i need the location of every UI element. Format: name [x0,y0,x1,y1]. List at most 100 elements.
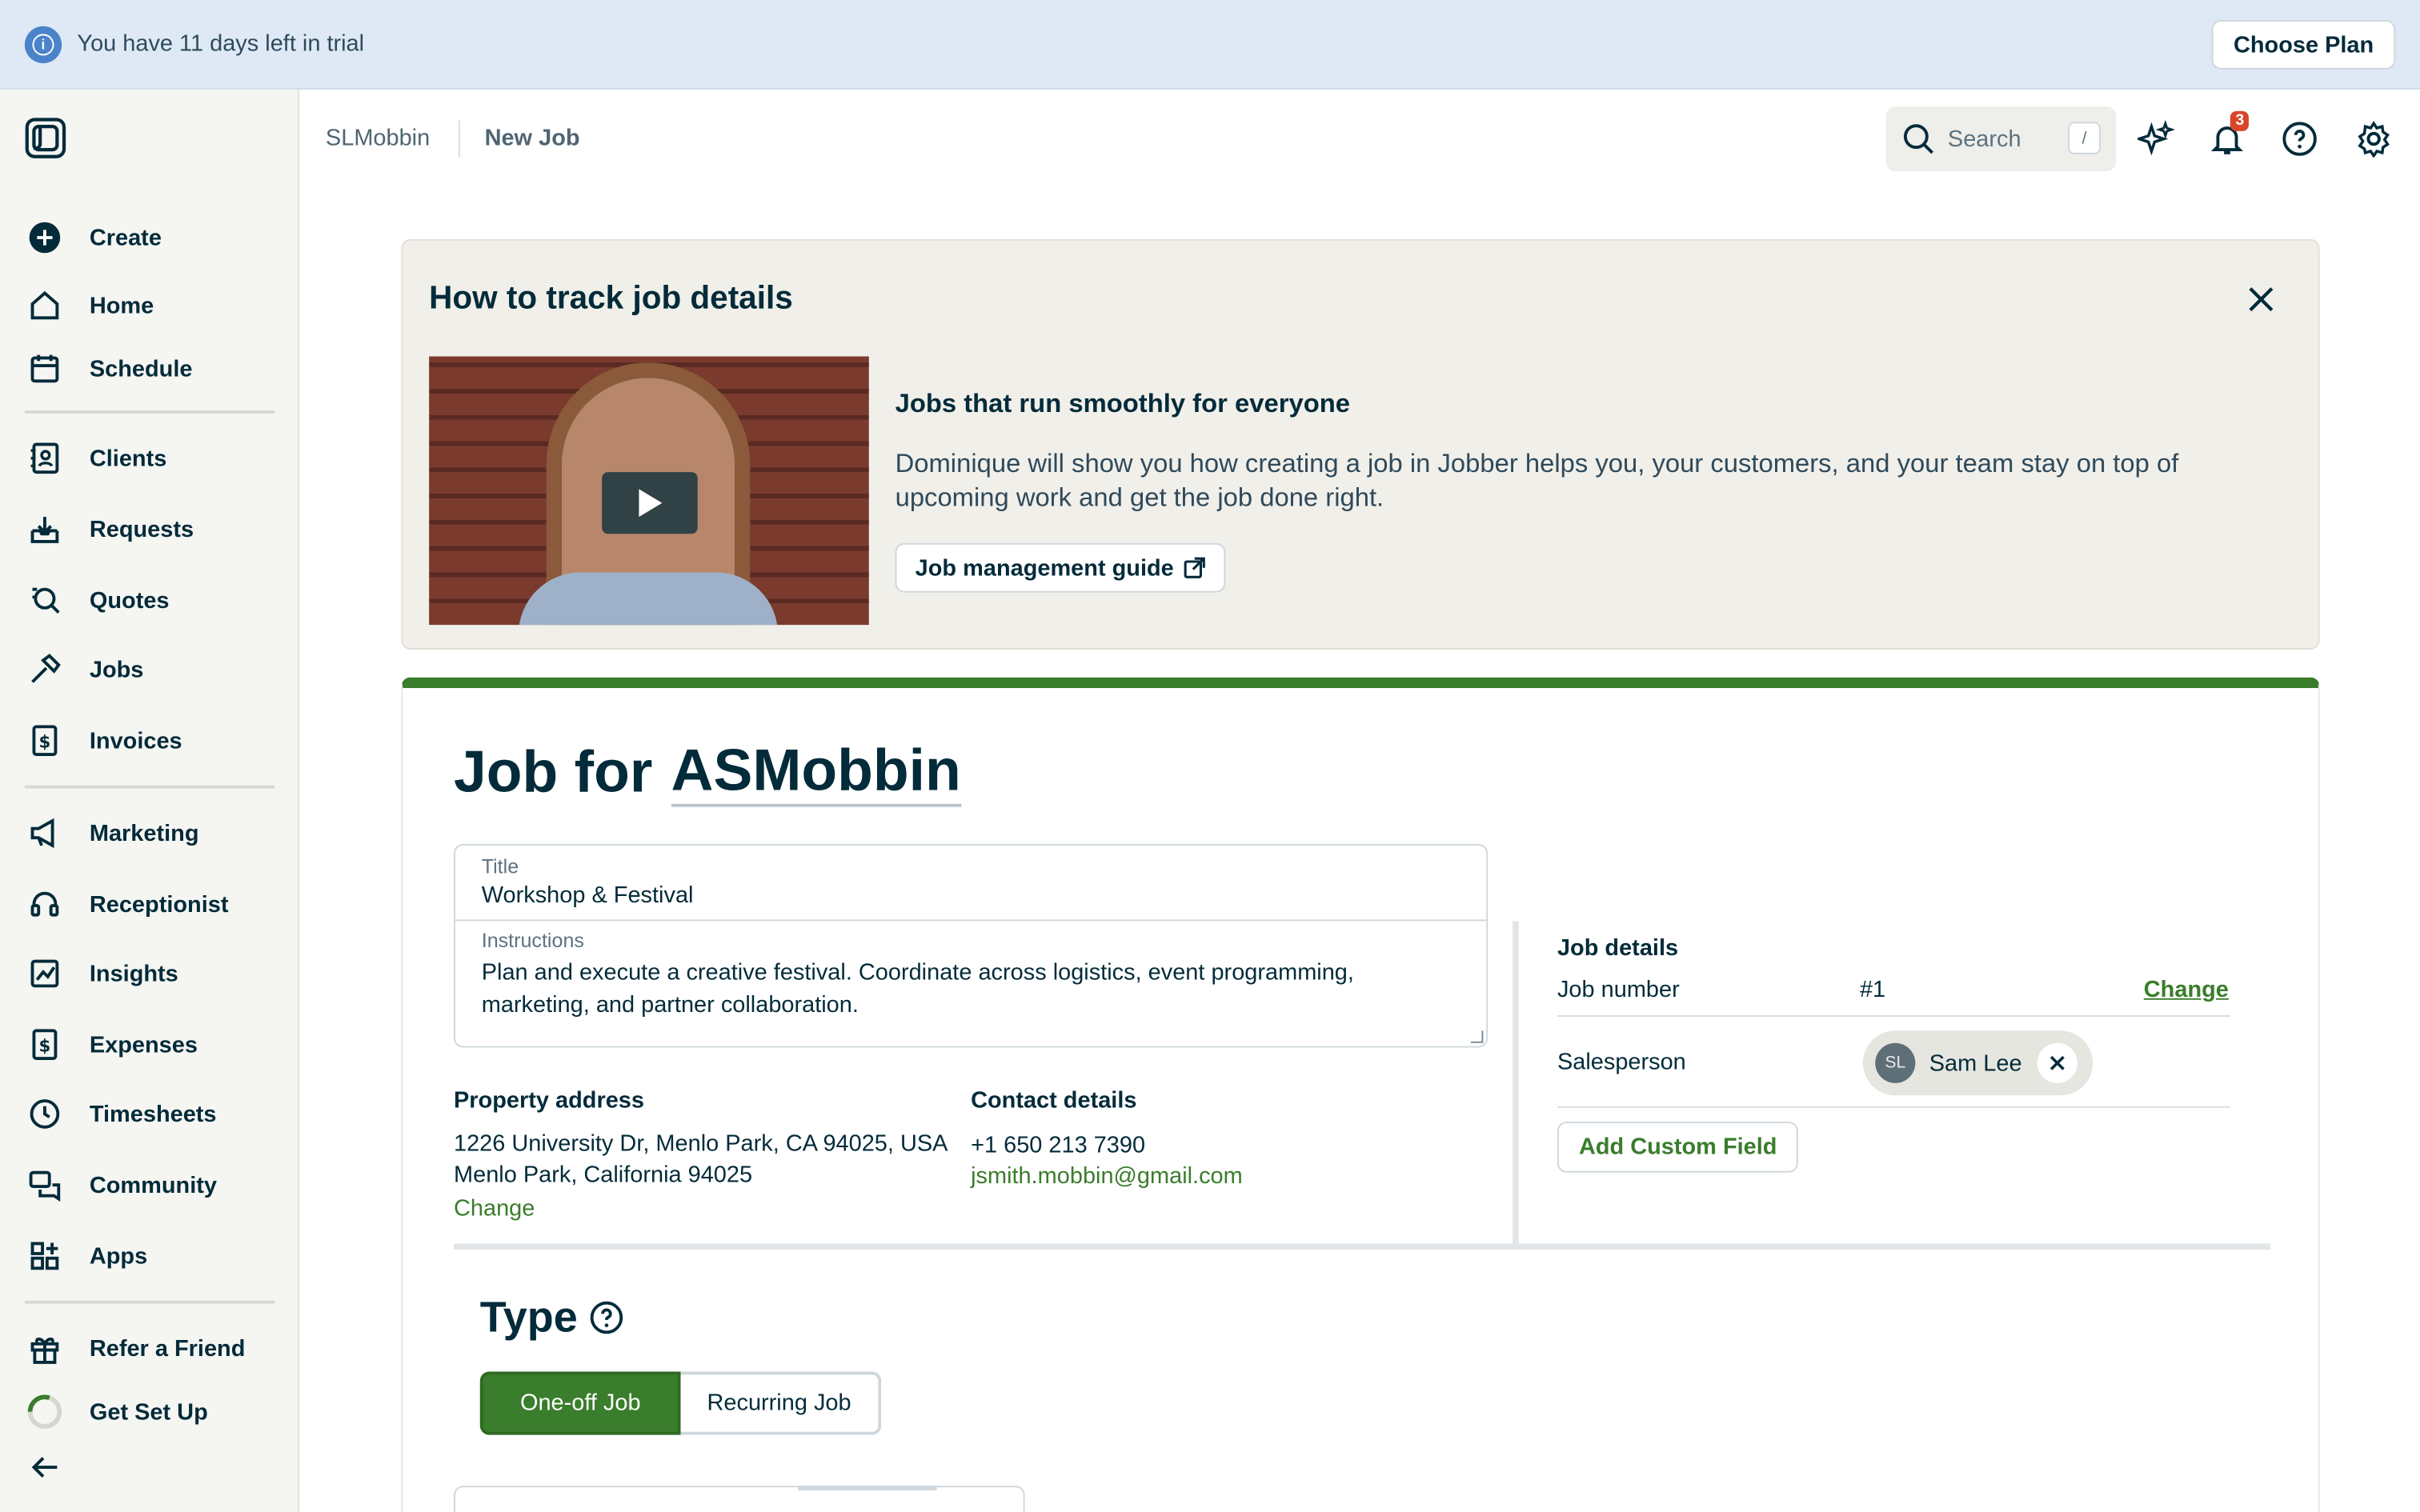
invoice-dollar-icon: $ [25,721,65,761]
section-divider [454,1243,2270,1250]
one-off-job-option[interactable]: One-off Job [479,1371,681,1435]
chat-bubbles-icon [25,1165,65,1205]
change-property-link[interactable]: Change [454,1196,535,1222]
trial-banner: i You have 11 days left in trial Choose … [0,0,2420,90]
sidebar-item-clients[interactable]: Clients [25,435,274,482]
row-divider [1557,1106,2230,1108]
jobber-logo-icon[interactable] [25,118,66,159]
remove-salesperson-icon[interactable] [2037,1042,2077,1083]
arrow-left-icon [25,1447,65,1487]
job-form-card: Job for ASMobbin Title Workshop & Festiv… [401,677,2320,1512]
search-placeholder: Search [1947,126,2021,152]
gift-icon [25,1329,65,1369]
change-job-number-link[interactable]: Change [2144,977,2229,1003]
sidebar-item-label: Clients [89,445,167,472]
job-heading-prefix: Job for [454,740,653,806]
job-heading: Job for ASMobbin [454,741,961,807]
sidebar-item-requests[interactable]: Requests [25,506,274,553]
inbox-download-icon [25,509,65,549]
notifications-badge: 3 [2230,110,2249,131]
breadcrumb-divider [458,120,460,158]
sidebar-item-create[interactable]: Create [25,214,274,261]
salesperson-chip[interactable]: SL Sam Lee [1862,1030,2093,1096]
search-shortcut-key: / [2068,122,2101,154]
sidebar-item-label: Home [89,292,154,319]
ai-sparkle-icon[interactable] [2134,118,2178,161]
collapse-sidebar-button[interactable] [25,1444,274,1490]
title-field[interactable]: Title Workshop & Festival [455,846,1487,922]
salesperson-label: Salesperson [1557,1049,1686,1076]
sidebar-item-apps[interactable]: Apps [25,1233,274,1279]
megaphone-icon [25,813,65,853]
search-input[interactable]: Search / [1885,106,2117,172]
type-section-title: Type [480,1293,624,1342]
job-number-value: #1 [1859,976,1886,1003]
help-icon[interactable] [2278,118,2322,161]
sidebar-item-timesheets[interactable]: Timesheets [25,1091,274,1138]
sidebar-item-label: Schedule [89,355,193,382]
section-divider [1512,921,1519,1249]
quote-search-icon [25,580,65,620]
top-bar: SLMobbin New Job Search / 3 [301,90,2420,188]
play-icon[interactable] [602,472,698,534]
job-management-guide-button[interactable]: Job management guide [895,542,1225,593]
property-address-line1: 1226 University Dr, Menlo Park, CA 94025… [454,1130,948,1158]
add-custom-field-button[interactable]: Add Custom Field [1557,1122,1799,1173]
chart-line-icon [25,954,65,994]
sidebar-item-label: Insights [89,960,178,987]
sidebar-item-get-set-up[interactable]: Get Set Up [25,1389,274,1435]
home-icon [25,286,65,326]
sidebar-item-label: Expenses [89,1031,198,1058]
hammer-icon [25,650,65,690]
sidebar-item-invoices[interactable]: $ Invoices [25,718,274,764]
help-circle-icon[interactable] [590,1301,623,1334]
sidebar-item-label: Receptionist [89,890,229,918]
instructions-label: Instructions [481,929,584,952]
sidebar-item-label: Apps [89,1242,148,1270]
sidebar-item-jobs[interactable]: Jobs [25,646,274,693]
guide-button-label: Job management guide [915,554,1174,582]
row-divider [1557,1015,2230,1017]
recurring-job-option[interactable]: Recurring Job [680,1371,881,1435]
sidebar-item-quotes[interactable]: Quotes [25,577,274,623]
apps-grid-icon [25,1236,65,1276]
contact-card-icon [25,438,65,478]
avatar: SL [1875,1042,1916,1083]
sidebar-item-insights[interactable]: Insights [25,950,274,997]
breadcrumb-page: New Job [484,125,580,152]
property-address-line2: Menlo Park, California 94025 [454,1162,753,1189]
sidebar-item-receptionist[interactable]: Receptionist [25,881,274,927]
sidebar-item-home[interactable]: Home [25,282,274,329]
schedule-section-box [454,1486,1025,1512]
help-card: How to track job details Jobs that run s… [401,238,2320,650]
plus-circle-icon [25,218,65,258]
instructions-field[interactable]: Instructions Plan and execute a creative… [455,921,1486,1029]
video-thumbnail[interactable] [429,356,869,626]
sidebar-item-marketing[interactable]: Marketing [25,810,274,857]
sidebar-item-label: Timesheets [89,1101,217,1127]
title-value[interactable]: Workshop & Festival [482,882,1460,909]
sidebar-item-community[interactable]: Community [25,1162,274,1208]
sidebar-divider [24,410,275,414]
instructions-value[interactable]: Plan and execute a creative festival. Co… [482,957,1408,1022]
notifications-bell-icon[interactable]: 3 [2206,110,2249,161]
sidebar-item-label: Quotes [89,586,170,614]
search-icon [1903,124,1933,154]
sidebar-item-expenses[interactable]: $ Expenses [25,1022,274,1068]
property-address-label: Property address [454,1087,644,1114]
info-icon: i [24,25,62,63]
sidebar-item-schedule[interactable]: Schedule [25,346,274,392]
breadcrumb-account[interactable]: SLMobbin [326,125,430,151]
contact-email-link[interactable]: jsmith.mobbin@gmail.com [971,1163,1243,1190]
help-card-title: How to track job details [429,281,793,317]
help-card-description: Dominique will show you how creating a j… [895,449,2179,513]
sidebar-item-refer[interactable]: Refer a Friend [25,1326,274,1372]
settings-gear-icon[interactable] [2352,118,2395,161]
sidebar-divider [24,785,275,789]
sidebar-item-label: Get Set Up [89,1398,208,1426]
choose-plan-button[interactable]: Choose Plan [2211,20,2396,70]
close-icon[interactable] [2244,282,2278,316]
job-type-toggle: One-off Job Recurring Job [479,1371,881,1435]
resize-handle[interactable] [1470,1030,1484,1043]
client-name-link[interactable]: ASMobbin [671,741,961,807]
